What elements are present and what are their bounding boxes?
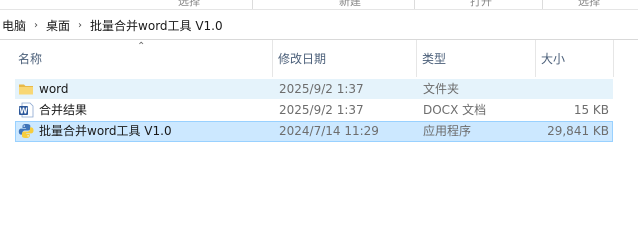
ribbon-strip: 选择 新建 打开 选择 xyxy=(0,0,638,10)
list-item-app-batch-merge-tool[interactable]: 批量合并word工具 V1.0 2024/7/14 11:29 应用程序 29,… xyxy=(15,121,613,142)
ribbon-divider xyxy=(414,0,415,9)
python-app-icon xyxy=(18,124,34,138)
ribbon-new-label[interactable]: 新建 xyxy=(339,0,361,9)
svg-text:W: W xyxy=(19,106,28,115)
file-type: 应用程序 xyxy=(423,124,472,138)
file-name: word xyxy=(39,82,69,96)
ribbon-select-group-label[interactable]: 选择 xyxy=(578,0,600,9)
word-document-icon: W xyxy=(19,102,34,118)
file-name: 合并结果 xyxy=(39,103,88,117)
ribbon-open-label[interactable]: 打开 xyxy=(470,0,492,9)
column-header-size[interactable]: 大小 xyxy=(537,40,614,77)
file-size xyxy=(539,79,609,99)
column-header-name[interactable]: 名称 xyxy=(14,40,273,77)
column-header-name-label: 名称 xyxy=(18,52,43,66)
file-name: 批量合并word工具 V1.0 xyxy=(39,124,172,138)
file-size: 15 KB xyxy=(573,103,609,117)
ribbon-divider xyxy=(252,0,253,9)
file-modified: 2025/9/2 1:37 xyxy=(279,103,364,117)
file-type: DOCX 文档 xyxy=(423,103,487,117)
list-item-folder-word[interactable]: word 2025/9/2 1:37 文件夹 xyxy=(15,79,613,99)
file-modified: 2025/9/2 1:37 xyxy=(279,82,364,96)
ribbon-select-label[interactable]: 选择 xyxy=(178,0,200,9)
column-header-modified[interactable]: 修改日期 xyxy=(274,40,417,77)
breadcrumb-item-desktop[interactable]: 桌面 xyxy=(44,17,72,34)
ribbon-divider xyxy=(542,0,543,9)
chevron-right-icon[interactable]: › xyxy=(72,20,88,31)
breadcrumb: 电脑 › 桌面 › 批量合并word工具 V1.0 xyxy=(0,10,225,40)
column-header-row: ⌃ 名称 修改日期 类型 大小 xyxy=(0,40,638,77)
chevron-right-icon[interactable]: › xyxy=(28,20,44,31)
breadcrumb-item-current-folder[interactable]: 批量合并word工具 V1.0 xyxy=(88,17,225,34)
column-header-type[interactable]: 类型 xyxy=(418,40,536,77)
column-header-size-label: 大小 xyxy=(541,52,566,66)
file-modified: 2024/7/14 11:29 xyxy=(279,124,379,138)
address-bar[interactable]: 电脑 › 桌面 › 批量合并word工具 V1.0 xyxy=(0,10,638,40)
list-item-docx-merge-result[interactable]: W 合并结果 2025/9/2 1:37 DOCX 文档 15 KB xyxy=(15,100,613,120)
file-explorer-window: 选择 新建 打开 选择 电脑 › 桌面 › 批量合并word工具 V1.0 ⌃ … xyxy=(0,0,638,238)
folder-icon xyxy=(19,84,33,95)
breadcrumb-item-pc[interactable]: 电脑 xyxy=(0,17,28,34)
file-size: 29,841 KB xyxy=(547,124,609,138)
column-header-modified-label: 修改日期 xyxy=(278,52,327,66)
file-type: 文件夹 xyxy=(423,82,460,96)
column-header-type-label: 类型 xyxy=(422,52,447,66)
